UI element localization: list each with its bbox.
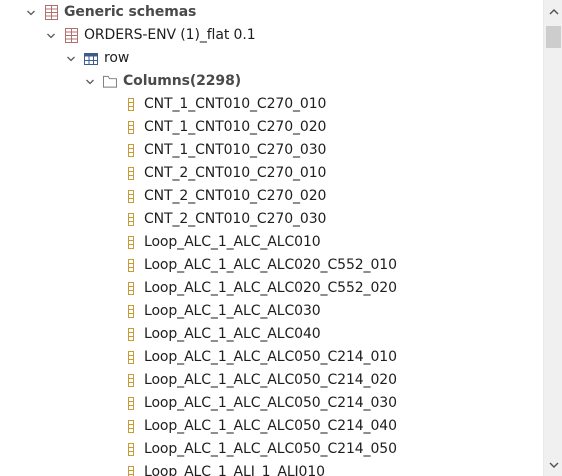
column-item[interactable]: Loop_ALC_1_ALC_ALC020_C552_020 bbox=[0, 277, 543, 300]
scroll-down-arrow-icon[interactable] bbox=[544, 456, 562, 475]
column-icon bbox=[124, 189, 138, 205]
column-icon bbox=[124, 166, 138, 182]
column-label: CNT_1_CNT010_C270_010 bbox=[144, 96, 327, 112]
column-item[interactable]: CNT_2_CNT010_C270_010 bbox=[0, 162, 543, 185]
vertical-scrollbar[interactable] bbox=[543, 0, 562, 476]
table-grid-icon bbox=[64, 28, 78, 44]
tree-node-orders-env[interactable]: ORDERS-ENV (1)_flat 0.1 bbox=[0, 24, 543, 47]
table-grid-icon bbox=[44, 5, 58, 21]
column-icon bbox=[124, 442, 138, 458]
chevron-down-icon[interactable] bbox=[44, 29, 58, 43]
tree-node-label: Columns(2298) bbox=[123, 73, 242, 89]
column-label: CNT_1_CNT010_C270_030 bbox=[144, 142, 327, 158]
chevron-down-icon[interactable] bbox=[64, 52, 78, 66]
column-item[interactable]: Loop_ALC_1_ALC_ALC020_C552_010 bbox=[0, 254, 543, 277]
column-item[interactable]: Loop_ALC_1_ALC_ALC050_C214_030 bbox=[0, 392, 543, 415]
column-item[interactable]: Loop_ALC_1_ALC_ALC040 bbox=[0, 323, 543, 346]
column-item[interactable]: Loop_ALC_1_ALC_ALC050_C214_010 bbox=[0, 346, 543, 369]
tree-node-label: ORDERS-ENV (1)_flat 0.1 bbox=[84, 27, 256, 43]
column-item[interactable]: CNT_2_CNT010_C270_020 bbox=[0, 185, 543, 208]
column-icon bbox=[124, 304, 138, 320]
column-label: Loop_ALC_1_ALC_ALC040 bbox=[144, 326, 321, 342]
column-label: CNT_2_CNT010_C270_020 bbox=[144, 188, 327, 204]
column-label: Loop_ALC_1_ALC_ALC050_C214_020 bbox=[144, 372, 397, 388]
column-icon bbox=[124, 281, 138, 297]
column-icon bbox=[124, 327, 138, 343]
column-label: Loop_ALC_1_ALC_ALC020_C552_020 bbox=[144, 280, 397, 296]
column-icon bbox=[124, 143, 138, 159]
column-item[interactable]: CNT_2_CNT010_C270_030 bbox=[0, 208, 543, 231]
column-label: Loop_ALC_1_ALC_ALC010 bbox=[144, 234, 321, 250]
column-label: Loop_ALC_1_ALC_ALC050_C214_030 bbox=[144, 395, 397, 411]
column-label: Loop_ALC_1_ALC_ALC050_C214_050 bbox=[144, 441, 397, 457]
column-item[interactable]: CNT_1_CNT010_C270_010 bbox=[0, 93, 543, 116]
column-icon bbox=[124, 258, 138, 274]
column-icon bbox=[124, 396, 138, 412]
tree-node-label: row bbox=[104, 50, 130, 66]
column-item[interactable]: CNT_1_CNT010_C270_020 bbox=[0, 116, 543, 139]
scroll-up-arrow-icon[interactable] bbox=[544, 2, 562, 21]
column-label: Loop_ALC_1_ALI_1_ALI010 bbox=[144, 464, 325, 476]
column-label: CNT_1_CNT010_C270_020 bbox=[144, 119, 327, 135]
column-icon bbox=[124, 212, 138, 228]
tree-node-label: Generic schemas bbox=[64, 4, 197, 20]
column-item[interactable]: Loop_ALC_1_ALC_ALC050_C214_040 bbox=[0, 415, 543, 438]
column-item[interactable]: Loop_ALC_1_ALC_ALC030 bbox=[0, 300, 543, 323]
schema-tree[interactable]: Generic schemas ORDERS-ENV (1)_flat 0.1 bbox=[0, 0, 543, 476]
column-icon bbox=[124, 373, 138, 389]
column-label: Loop_ALC_1_ALC_ALC050_C214_010 bbox=[144, 349, 397, 365]
column-item[interactable]: Loop_ALC_1_ALC_ALC010 bbox=[0, 231, 543, 254]
column-icon bbox=[124, 97, 138, 113]
column-item[interactable]: CNT_1_CNT010_C270_030 bbox=[0, 139, 543, 162]
folder-icon bbox=[103, 74, 117, 90]
column-label: CNT_2_CNT010_C270_010 bbox=[144, 165, 327, 181]
column-icon bbox=[124, 465, 138, 476]
column-icon bbox=[124, 350, 138, 366]
column-label: CNT_2_CNT010_C270_030 bbox=[144, 211, 327, 227]
scrollbar-thumb[interactable] bbox=[546, 26, 561, 48]
column-icon bbox=[124, 120, 138, 136]
column-label: Loop_ALC_1_ALC_ALC050_C214_040 bbox=[144, 418, 397, 434]
column-icon bbox=[124, 235, 138, 251]
tree-node-columns[interactable]: Columns(2298) bbox=[0, 70, 543, 93]
column-item[interactable]: Loop_ALC_1_ALC_ALC050_C214_020 bbox=[0, 369, 543, 392]
chevron-down-icon[interactable] bbox=[83, 75, 97, 89]
tree-node-row[interactable]: row bbox=[0, 47, 543, 70]
column-label: Loop_ALC_1_ALC_ALC020_C552_010 bbox=[144, 257, 397, 273]
column-item[interactable]: Loop_ALC_1_ALC_ALC050_C214_050 bbox=[0, 438, 543, 461]
chevron-down-icon[interactable] bbox=[24, 6, 38, 20]
column-icon bbox=[124, 419, 138, 435]
tree-node-generic-schemas[interactable]: Generic schemas bbox=[0, 1, 543, 24]
table-icon bbox=[84, 51, 98, 67]
column-label: Loop_ALC_1_ALC_ALC030 bbox=[144, 303, 321, 319]
column-item[interactable]: Loop_ALC_1_ALI_1_ALI010 bbox=[0, 461, 543, 476]
